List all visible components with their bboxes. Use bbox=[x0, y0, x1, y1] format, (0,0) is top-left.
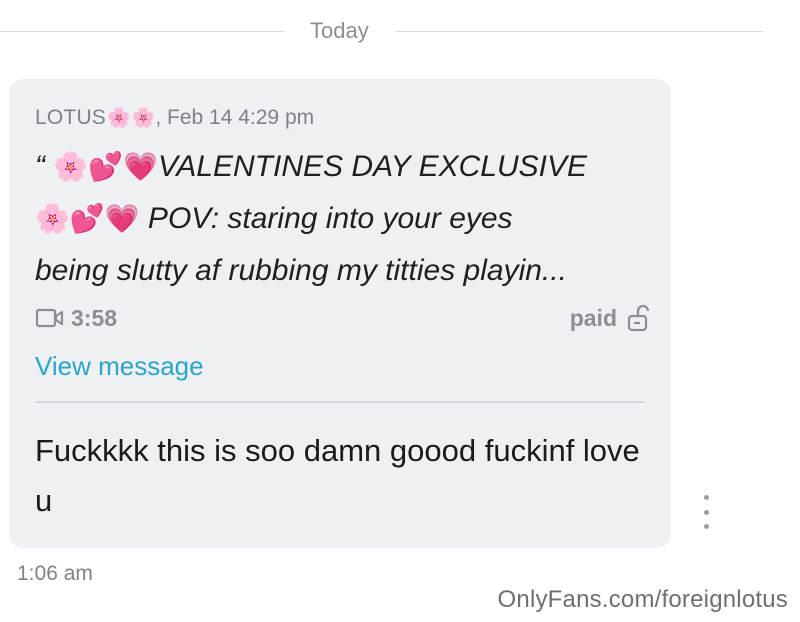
preview-emoji: 🌸💕💗 bbox=[53, 151, 158, 182]
video-camera-icon bbox=[35, 308, 64, 328]
quoted-message[interactable]: LOTUS 🌸 🌸 , Feb 14 4:29 pm “ 🌸💕💗VALENTIN… bbox=[35, 101, 655, 384]
quoted-sender-name: LOTUS bbox=[35, 106, 107, 129]
message-timestamp: 1:06 am bbox=[17, 562, 93, 585]
quoted-message-meta: LOTUS 🌸 🌸 , Feb 14 4:29 pm bbox=[35, 101, 655, 135]
divider-line-right bbox=[394, 30, 763, 32]
view-message-link[interactable]: View message bbox=[35, 348, 204, 384]
more-vertical-icon[interactable] bbox=[696, 495, 716, 529]
media-info-row: 3:58 paid bbox=[35, 300, 655, 336]
divider-line-left bbox=[0, 30, 284, 32]
preview-text-line2: POV: staring into your eyes bbox=[139, 202, 513, 235]
sender-flower-emoji: 🌸 bbox=[131, 107, 156, 129]
date-divider: Today bbox=[0, 14, 800, 48]
date-divider-label: Today bbox=[310, 18, 369, 43]
reply-text: Fuckkkk this is soo damn goood fuckinf l… bbox=[35, 433, 640, 518]
watermark: OnlyFans.com/foreignlotus bbox=[497, 586, 788, 613]
quoted-date: , Feb 14 4:29 pm bbox=[155, 106, 315, 129]
unlock-icon bbox=[627, 304, 650, 332]
preview-text-line3: being slutty af rubbing my titties playi… bbox=[35, 254, 567, 287]
sender-flower-emoji: 🌸 bbox=[107, 107, 131, 129]
video-duration: 3:58 bbox=[71, 304, 118, 331]
quote-separator bbox=[35, 401, 645, 403]
price-status: paid bbox=[569, 304, 617, 331]
preview-emoji: 🌸💕💗 bbox=[35, 203, 140, 234]
preview-text-line1: VALENTINES DAY EXCLUSIVE bbox=[157, 150, 587, 183]
quote-mark: “ bbox=[35, 150, 45, 183]
quoted-message-preview: “ 🌸💕💗VALENTINES DAY EXCLUSIVE 🌸💕💗 POV: s… bbox=[35, 141, 655, 297]
message-bubble[interactable]: LOTUS 🌸 🌸 , Feb 14 4:29 pm “ 🌸💕💗VALENTIN… bbox=[9, 79, 671, 548]
